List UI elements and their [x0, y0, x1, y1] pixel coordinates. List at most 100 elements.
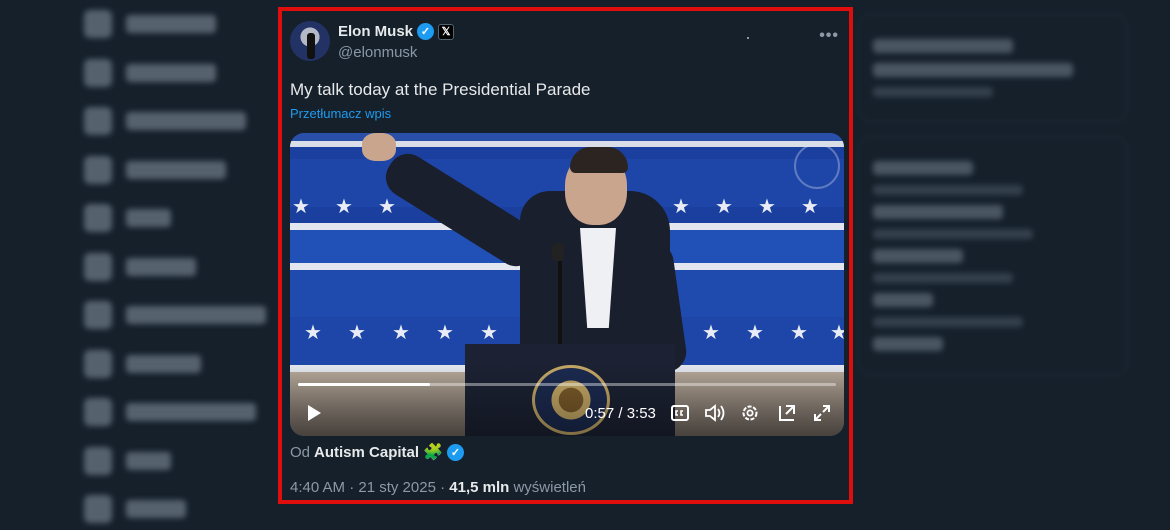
bg-nav-item — [70, 194, 270, 243]
video-speaker-hair — [570, 147, 628, 173]
video-star: ★ — [758, 196, 776, 218]
video-speaker-hand — [362, 133, 396, 161]
bg-line — [873, 87, 993, 97]
video-time: 0:57 / 3:53 — [585, 405, 656, 422]
timestamp[interactable]: 4:40 AM · 21 sty 2025 · — [290, 479, 445, 496]
video-star: ★ — [378, 196, 396, 218]
bg-nav-icon — [84, 398, 112, 427]
author-row: Elon Musk ✓ 𝕏 — [338, 23, 455, 40]
fullscreen-icon[interactable] — [810, 401, 834, 425]
bg-nav-item — [70, 388, 270, 437]
video-star: ★ — [715, 196, 733, 218]
bg-line — [873, 317, 1023, 327]
views-count: 41,5 mln — [449, 479, 510, 496]
tweet-card: Elon Musk ✓ 𝕏 @elonmusk ••• My talk toda… — [278, 7, 853, 504]
cc-icon[interactable] — [668, 401, 692, 425]
pip-icon[interactable] — [775, 401, 799, 425]
bg-nav-icon — [84, 495, 112, 524]
bg-nav-text — [126, 209, 171, 228]
background-right-column — [858, 0, 1128, 530]
video-source: Od Autism Capital 🧩 ✓ — [290, 442, 464, 462]
bg-line — [873, 229, 1033, 239]
bg-nav-text — [126, 15, 216, 34]
video-star: ★ — [746, 322, 764, 344]
tweet-text: My talk today at the Presidential Parade — [290, 80, 591, 99]
bg-nav-icon — [84, 252, 112, 281]
video-star: ★ — [304, 322, 322, 344]
bg-nav-text — [126, 354, 201, 373]
video-star: ★ — [790, 322, 808, 344]
bg-nav-icon — [84, 10, 112, 39]
bg-line — [873, 39, 1013, 53]
bg-nav-item — [70, 0, 270, 49]
video-star: ★ — [392, 322, 410, 344]
source-name[interactable]: Autism Capital — [314, 444, 419, 461]
video-star: ★ — [480, 322, 498, 344]
bg-nav-item — [70, 437, 270, 486]
tweet-meta: 4:40 AM · 21 sty 2025 · 41,5 mln wyświet… — [290, 479, 586, 496]
bg-nav-text — [126, 63, 216, 82]
bg-line — [873, 293, 933, 307]
bg-nav-text — [126, 306, 266, 325]
bg-nav-text — [126, 500, 186, 519]
bg-line — [873, 273, 1013, 283]
bg-nav-item — [70, 49, 270, 98]
video-progress-fill — [298, 383, 431, 386]
video-star: ★ — [702, 322, 720, 344]
video-star: ★ — [672, 196, 690, 218]
bg-nav-text — [126, 112, 246, 131]
bg-card — [858, 136, 1128, 376]
settings-icon[interactable] — [738, 401, 762, 425]
verified-icon: ✓ — [446, 443, 464, 461]
bg-card — [858, 14, 1128, 122]
avatar[interactable] — [290, 21, 330, 61]
bg-nav-icon — [84, 301, 112, 330]
bg-line — [873, 63, 1073, 77]
translate-link[interactable]: Przetłumacz wpis — [290, 106, 391, 121]
bg-nav-icon — [84, 204, 112, 233]
bg-nav-item — [70, 97, 270, 146]
bg-nav-item — [70, 291, 270, 340]
video-star: ★ — [335, 196, 353, 218]
volume-icon[interactable] — [703, 401, 727, 425]
video-star: ★ — [801, 196, 819, 218]
bg-line — [873, 185, 1023, 195]
bg-nav-text — [126, 160, 226, 179]
bg-nav-text — [126, 403, 256, 422]
puzzle-icon: 🧩 — [423, 444, 443, 461]
verified-icon: ✓ — [417, 23, 435, 40]
bg-nav-text — [126, 451, 171, 470]
play-icon[interactable] — [302, 401, 326, 425]
more-icon[interactable]: ••• — [819, 27, 839, 45]
bg-nav-icon — [84, 155, 112, 184]
video-seal — [794, 143, 840, 189]
bg-nav-item — [70, 340, 270, 389]
bg-nav-icon — [84, 107, 112, 136]
bg-nav-item — [70, 146, 270, 195]
bg-nav-item — [70, 485, 270, 530]
avatar-figure — [307, 33, 315, 59]
views-label: wyświetleń — [513, 479, 586, 496]
video-controls-shade — [290, 363, 844, 436]
bg-nav-item — [70, 243, 270, 292]
bg-nav-icon — [84, 349, 112, 378]
bg-line — [873, 205, 1003, 219]
video-star: ★ — [436, 322, 454, 344]
bg-nav-text — [126, 257, 196, 276]
video-star: ★ — [348, 322, 366, 344]
video-mic — [552, 243, 564, 261]
video-player[interactable]: ★★★★★★★★★★★★★★★★★★★★ 0:57 / 3:53 — [290, 133, 844, 436]
video-star: ★ — [292, 196, 310, 218]
background-sidebar — [70, 0, 270, 530]
bg-nav-icon — [84, 58, 112, 87]
x-badge-icon: 𝕏 — [438, 23, 455, 40]
bg-line — [873, 161, 973, 175]
author-handle[interactable]: @elonmusk — [338, 44, 417, 61]
bg-nav-icon — [84, 446, 112, 475]
author-name[interactable]: Elon Musk — [338, 23, 413, 40]
bg-line — [873, 249, 963, 263]
video-progress-bar[interactable] — [298, 383, 836, 386]
video-star: ★ — [830, 322, 844, 344]
faint-dot — [747, 37, 749, 39]
bg-line — [873, 337, 943, 351]
